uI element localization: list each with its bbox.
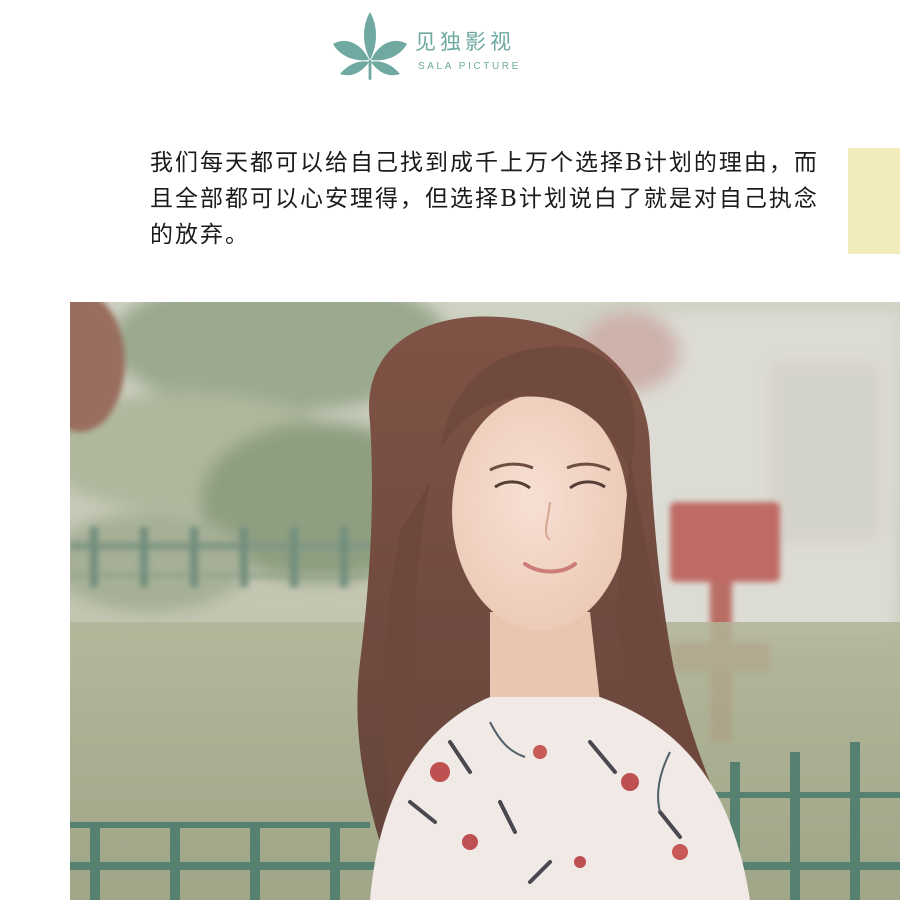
quote-text: 我们每天都可以给自己找到成千上万个选择B计划的理由，而且全部都可以心安理得，但选… xyxy=(150,150,819,248)
leaf-flower-icon xyxy=(333,12,407,80)
portrait-photo xyxy=(70,302,900,900)
brand-logo: 见独影视 SALA PICTURE xyxy=(330,10,570,82)
brand-name-en: SALA PICTURE xyxy=(418,61,521,72)
brand-name-cn: 见独影视 xyxy=(415,30,515,54)
sticky-note xyxy=(848,148,900,254)
photo-scene xyxy=(70,302,900,900)
page: 见独影视 SALA PICTURE 我们每天都可以给自己找到成千上万个选择B计划… xyxy=(0,0,900,900)
